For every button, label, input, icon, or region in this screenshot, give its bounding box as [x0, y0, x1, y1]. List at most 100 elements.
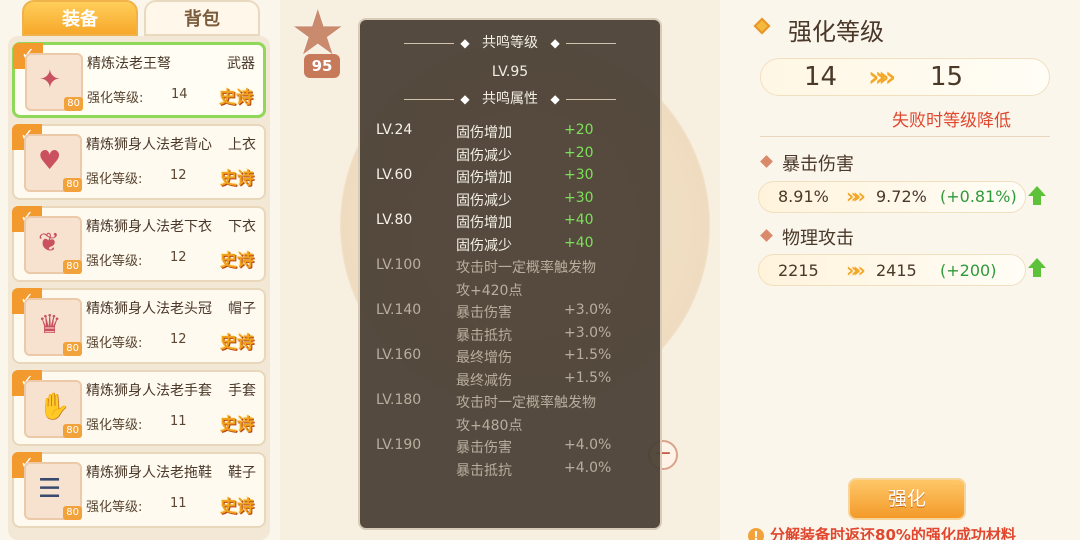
list-item[interactable]: ✓ ♥80 精炼狮身人法老背心 上衣 强化等级: 12 史诗 — [12, 124, 266, 200]
item-quality: 史诗 — [220, 169, 254, 189]
attribute-level: LV.190 — [376, 437, 422, 453]
stat-to: 9.72% — [876, 187, 927, 206]
attribute-row: 暴击抵抗 +3.0% — [376, 325, 656, 348]
item-level-value: 11 — [170, 414, 187, 429]
gloves-icon: ✋ — [38, 392, 71, 422]
enhance-button[interactable]: 强化 — [848, 478, 966, 520]
diamond-icon: ◆ — [550, 36, 560, 50]
attribute-level: LV.24 — [376, 122, 413, 138]
item-slot: 上衣 — [228, 137, 256, 153]
double-arrow-icon: »» — [846, 258, 866, 282]
item-slot: 武器 — [227, 56, 255, 72]
attribute-desc: 攻+480点 — [456, 417, 523, 434]
attribute-value: +3.0% — [564, 324, 612, 341]
attribute-row: LV.24 固伤增加 +20 — [376, 122, 656, 145]
item-level-label: 强化等级: — [86, 336, 143, 351]
item-thumbnail: ☰ 80 — [24, 462, 82, 520]
item-slot: 鞋子 — [228, 465, 256, 481]
item-level-badge: 80 — [63, 424, 82, 438]
attribute-row: 暴击抵抗 +4.0% — [376, 460, 656, 483]
item-level-label: 强化等级: — [86, 418, 143, 433]
attribute-value: +4.0% — [564, 437, 612, 453]
attribute-row: 固伤减少 +30 — [376, 190, 656, 213]
item-slot: 帽子 — [228, 301, 256, 317]
item-name: 精炼狮身人法老头冠 — [86, 301, 212, 317]
item-level-value: 11 — [170, 496, 187, 511]
stat-from: 8.91% — [778, 187, 829, 206]
stat-diff: (+0.81%) — [940, 187, 1017, 206]
attribute-desc: 攻击时一定概率触发物 — [456, 260, 596, 276]
attribute-row: LV.190 暴击伤害 +4.0% — [376, 437, 656, 460]
next-level: 15 — [930, 62, 964, 92]
tab-bag[interactable]: 背包 — [144, 0, 260, 36]
item-quality: 史诗 — [220, 333, 254, 353]
list-item[interactable]: ✓ ☰80 精炼狮身人法老拖鞋 鞋子 强化等级: 11 史诗 — [12, 452, 266, 528]
list-item[interactable]: ✓ ♛80 精炼狮身人法老头冠 帽子 强化等级: 12 史诗 — [12, 288, 266, 364]
item-level-badge: 80 — [63, 260, 82, 274]
double-arrow-icon: »» — [868, 60, 896, 93]
item-thumbnail: ❦ 80 — [24, 216, 82, 274]
attribute-level: LV.100 — [376, 257, 422, 273]
attribute-desc: 固伤减少 — [456, 192, 512, 209]
item-level-badge: 80 — [63, 506, 82, 520]
attribute-level: LV.60 — [376, 167, 413, 183]
item-thumbnail: ♥ 80 — [24, 134, 82, 192]
attribute-desc: 固伤增加 — [456, 170, 512, 186]
attribute-desc: 攻+420点 — [456, 282, 523, 299]
item-level-badge: 80 — [63, 178, 82, 192]
crossbow-icon: ✦ — [39, 65, 61, 95]
attribute-row: LV.160 最终增伤 +1.5% — [376, 347, 656, 370]
diamond-icon: ◆ — [550, 92, 560, 106]
current-level: 14 — [804, 62, 838, 92]
stat-from: 2215 — [778, 261, 819, 280]
attribute-value: +40 — [564, 212, 594, 228]
equipment-tabs: 装备 背包 — [22, 0, 262, 36]
list-item[interactable]: ✓ ❦80 精炼狮身人法老下衣 下衣 强化等级: 12 史诗 — [12, 206, 266, 282]
warning-text: 分解装备时返还80%的强化成功材料 — [770, 526, 1016, 540]
item-quality: 史诗 — [220, 415, 254, 435]
attribute-value: +30 — [564, 167, 594, 183]
item-name: 精炼狮身人法老下衣 — [86, 219, 212, 235]
attribute-row: LV.140 暴击伤害 +3.0% — [376, 302, 656, 325]
list-item[interactable]: ✓ ✦80 精炼法老王弩 武器 强化等级: 14 史诗 — [12, 42, 266, 118]
attribute-row: 固伤减少 +20 — [376, 145, 656, 168]
attr-header: ◆ 共鸣属性 ◆ — [360, 88, 660, 108]
popup-header: ◆ 共鸣等级 ◆ — [360, 32, 660, 52]
item-level-badge: 80 — [64, 97, 83, 111]
list-item[interactable]: ✓ ✋80 精炼狮身人法老手套 手套 强化等级: 11 史诗 — [12, 370, 266, 446]
item-level-value: 12 — [170, 250, 187, 265]
attribute-value: +40 — [564, 234, 594, 251]
attribute-level: LV.160 — [376, 347, 422, 363]
item-name: 精炼狮身人法老拖鞋 — [86, 465, 212, 481]
double-arrow-icon: »» — [846, 184, 866, 208]
attribute-row: 攻+420点 — [376, 280, 656, 303]
attribute-desc: 固伤减少 — [456, 237, 512, 254]
attribute-desc: 暴击抵抗 — [456, 327, 512, 344]
resonance-level: LV.95 — [491, 64, 529, 80]
attribute-value: +1.5% — [564, 347, 612, 363]
attribute-desc: 固伤增加 — [456, 125, 512, 141]
fail-note: 失败时等级降低 — [892, 111, 1011, 131]
attribute-desc: 最终减伤 — [456, 372, 512, 389]
item-quality: 史诗 — [219, 88, 253, 108]
tab-equip[interactable]: 装备 — [22, 0, 138, 36]
resonance-badge[interactable]: ★ 95 — [284, 0, 358, 84]
attribute-desc: 暴击伤害 — [456, 440, 512, 456]
attribute-row: LV.80 固伤增加 +40 — [376, 212, 656, 235]
item-thumbnail: ♛ 80 — [24, 298, 82, 356]
equipment-list: ✓ ✦80 精炼法老王弩 武器 强化等级: 14 史诗 ✓ ♥80 精炼狮身人法… — [8, 36, 270, 540]
item-name: 精炼狮身人法老手套 — [86, 383, 212, 399]
attribute-desc: 攻击时一定概率触发物 — [456, 395, 596, 411]
attribute-level: LV.180 — [376, 392, 422, 408]
attribute-level: LV.140 — [376, 302, 422, 318]
attribute-level: LV.80 — [376, 212, 413, 228]
up-arrow-icon — [1028, 186, 1046, 206]
attribute-desc: 暴击抵抗 — [456, 462, 512, 479]
warning-icon: ! — [748, 528, 764, 540]
slippers-icon: ☰ — [38, 474, 62, 504]
item-slot: 下衣 — [228, 219, 256, 235]
item-level-value: 12 — [170, 332, 187, 347]
item-quality: 史诗 — [220, 497, 254, 517]
skirt-icon: ❦ — [38, 228, 60, 258]
popup-title: 共鸣等级 — [482, 35, 538, 51]
